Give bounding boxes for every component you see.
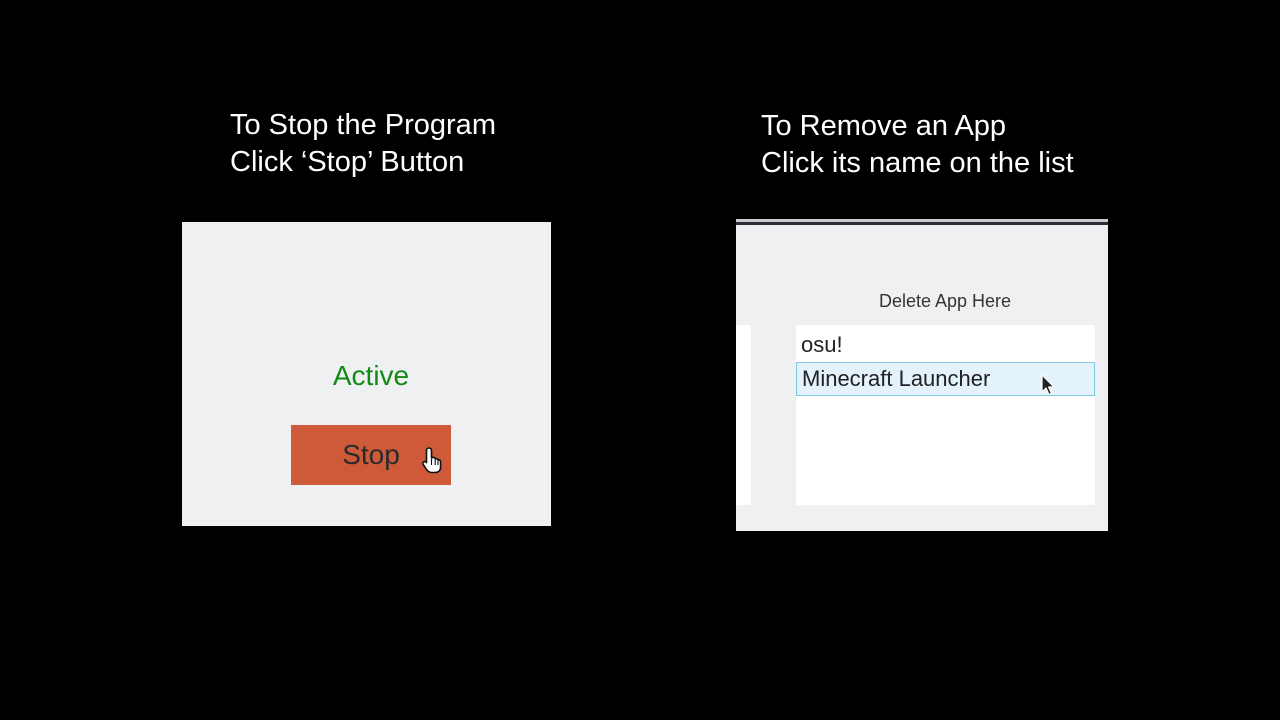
- status-label: Active: [332, 360, 410, 391]
- stop-instructions-line-2: Click ‘Stop’ Button: [230, 146, 465, 178]
- arrow-pointer-icon: [1041, 374, 1055, 396]
- hand-pointer-icon: [422, 447, 442, 474]
- remove-instructions-line-2: Click its name on the list: [761, 147, 1074, 179]
- remove-instructions: To Remove an App Click its name on the l…: [761, 108, 1074, 182]
- stop-instructions: To Stop the Program Click ‘Stop’ Button: [230, 107, 496, 181]
- app-list[interactable]: osu! Minecraft Launcher: [796, 325, 1095, 505]
- adjacent-list-edge: [736, 325, 751, 505]
- panel-top-divider: [736, 222, 1108, 225]
- delete-list-header: Delete App Here: [878, 291, 1012, 311]
- list-item-osu[interactable]: osu!: [796, 328, 1093, 362]
- remove-instructions-line-1: To Remove an App: [761, 110, 1007, 142]
- stop-instructions-line-1: To Stop the Program: [230, 109, 496, 141]
